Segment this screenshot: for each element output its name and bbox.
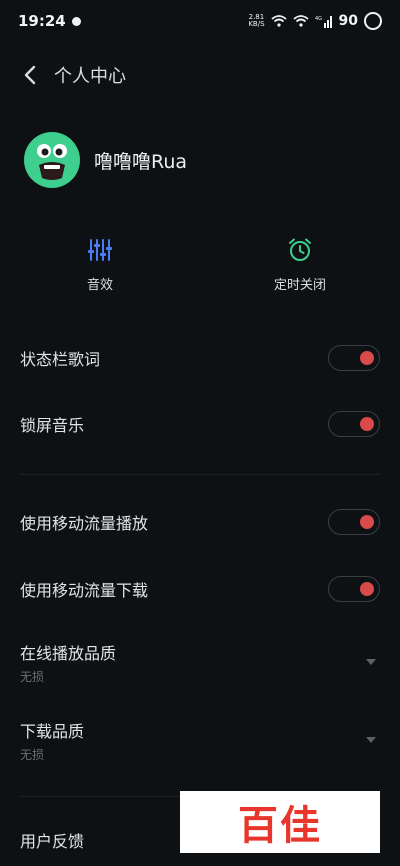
battery-level: 90	[338, 13, 358, 29]
sleep-timer-label: 定时关闭	[273, 278, 326, 293]
setting-row-download-quality[interactable]: 下载品质 无损	[0, 718, 400, 762]
status-right: 2.81 KB/S 4G 90	[248, 12, 382, 30]
sound-effects-label: 音效	[86, 278, 113, 293]
battery-ring-icon	[364, 12, 382, 30]
setting-label: 使用移动流量下载	[20, 581, 149, 600]
wifi-icon	[292, 15, 309, 27]
signal-label: 4G	[315, 16, 322, 22]
quick-actions: 音效 定时关闭	[0, 236, 400, 306]
download-quality-text: 下载品质 无损	[20, 718, 84, 763]
toggle-knob	[360, 515, 374, 529]
watermark-text: 百佳	[238, 802, 322, 849]
setting-row-mobile-data-download[interactable]: 使用移动流量下载	[0, 571, 400, 607]
dropdown-caret-icon[interactable]	[366, 659, 376, 665]
statusbar-lyrics-toggle[interactable]	[328, 345, 380, 371]
setting-row-statusbar-lyrics[interactable]: 状态栏歌词	[0, 340, 400, 376]
mobile-data-play-toggle[interactable]	[328, 509, 380, 535]
toggle-knob	[360, 582, 374, 596]
page-header: 个人中心	[0, 52, 400, 98]
setting-value: 无损	[20, 669, 45, 684]
status-left: 19:24	[18, 12, 81, 30]
sleep-timer-button[interactable]: 定时关闭	[245, 236, 355, 293]
wifi-icon	[270, 15, 287, 27]
watermark-logo: 百佳	[180, 791, 380, 853]
toggle-knob	[360, 351, 374, 365]
avatar[interactable]	[24, 132, 80, 188]
status-time: 19:24	[18, 12, 66, 30]
dropdown-caret-icon[interactable]	[366, 737, 376, 743]
setting-label: 下载品质	[20, 721, 85, 741]
cellular-signal-icon: 4G	[315, 15, 332, 28]
back-button[interactable]	[10, 55, 50, 95]
avatar-face-icon	[37, 144, 67, 180]
lockscreen-music-toggle[interactable]	[328, 411, 380, 437]
profile-section[interactable]: 噜噜噜Rua	[24, 132, 187, 188]
setting-label: 锁屏音乐	[20, 416, 85, 435]
setting-label: 使用移动流量播放	[20, 514, 149, 533]
page-title: 个人中心	[54, 66, 126, 87]
section-divider	[20, 474, 380, 475]
setting-row-lockscreen-music[interactable]: 锁屏音乐	[0, 406, 400, 442]
equalizer-icon	[88, 239, 112, 261]
sound-effects-button[interactable]: 音效	[45, 236, 155, 293]
setting-value: 无损	[20, 747, 45, 762]
feedback-label: 用户反馈	[20, 832, 85, 851]
username: 噜噜噜Rua	[94, 150, 188, 173]
toggle-knob	[360, 417, 374, 431]
alarm-clock-icon	[289, 238, 311, 261]
setting-row-mobile-data-play[interactable]: 使用移动流量播放	[0, 504, 400, 540]
mobile-data-download-toggle[interactable]	[328, 576, 380, 602]
status-bar: 19:24 2.81 KB/S 4G 90	[0, 0, 400, 42]
setting-label: 状态栏歌词	[20, 350, 101, 369]
chevron-left-icon	[24, 65, 36, 85]
setting-row-online-quality[interactable]: 在线播放品质 无损	[0, 640, 400, 684]
online-quality-text: 在线播放品质 无损	[20, 640, 116, 685]
network-speed-unit: KB/S	[248, 20, 265, 28]
network-speed: 2.81 KB/S	[248, 14, 264, 28]
notification-dot-icon	[71, 16, 81, 26]
setting-label: 在线播放品质	[20, 643, 117, 663]
